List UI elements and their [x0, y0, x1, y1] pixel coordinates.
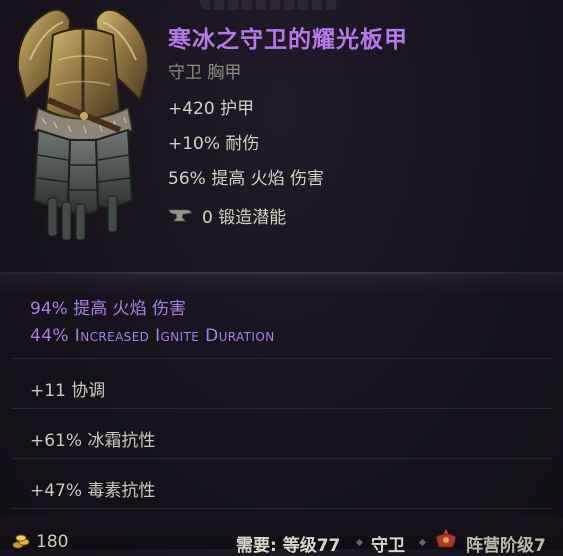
sealed-affix-ignite-duration-text: 44% Increased Ignite Duration — [30, 326, 275, 346]
affix-cold-resistance: +61% 冰霜抗性 — [30, 431, 156, 451]
affix-separator — [12, 408, 552, 409]
implicit-stat-endurance: +10% 耐伤 — [168, 134, 260, 154]
faction-rank: 阵营阶级7 — [466, 536, 546, 556]
class-requirement: 守卫 — [371, 536, 405, 556]
implicit-stat-fire-damage: 56% 提高 火焰 伤害 — [168, 169, 324, 189]
tooltip-header: 寒冰之守卫的耀光板甲 守卫 胸甲 +420 护甲 +10% 耐伤 56% 提高 … — [0, 0, 563, 272]
top-ornament — [200, 0, 340, 10]
gold-value: 180 — [36, 532, 69, 552]
level-requirement: 需要: 等级77 — [236, 536, 341, 556]
item-tooltip: 寒冰之守卫的耀光板甲 守卫 胸甲 +420 护甲 +10% 耐伤 56% 提高 … — [0, 0, 563, 556]
anvil-icon — [168, 209, 192, 222]
affix-separator — [12, 358, 552, 359]
chest-armor-icon — [16, 8, 150, 241]
affix-dexterity: +11 协调 — [30, 381, 106, 401]
sealed-affix-ignite-duration: 44% Increased Ignite Duration — [30, 326, 275, 346]
faction-crest-icon — [435, 529, 457, 548]
section-divider — [0, 272, 563, 294]
affix-poison-resistance: +47% 毒素抗性 — [30, 481, 156, 501]
implicit-stat-armor: +420 护甲 — [168, 99, 255, 119]
affix-separator — [12, 458, 552, 459]
item-type: 守卫 胸甲 — [168, 63, 242, 83]
gold-coin-icon — [12, 534, 30, 549]
forging-potential-value: 0 锻造潜能 — [202, 207, 287, 228]
item-name: 寒冰之守卫的耀光板甲 — [168, 27, 408, 53]
affix-separator — [12, 508, 552, 509]
sealed-affix-fire-damage: 94% 提高 火焰 伤害 — [30, 299, 186, 319]
forging-potential: 0 锻造潜能 — [168, 202, 286, 228]
